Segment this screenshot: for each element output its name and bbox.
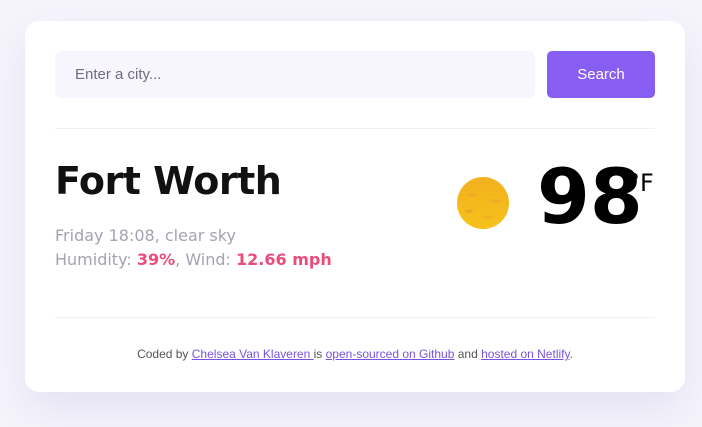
author-link[interactable]: Chelsea Van Klaveren (192, 347, 314, 361)
weather-card: Search Fort Worth Friday 18:08, clear sk… (25, 21, 685, 392)
wind-label: Wind: (185, 250, 237, 269)
temperature-value: 98 (537, 152, 643, 241)
github-link[interactable]: open-sourced on Github (326, 347, 455, 361)
footer-suffix: . (569, 347, 573, 361)
wind-value: 12.66 mph (236, 250, 332, 269)
search-form: Search (55, 51, 655, 98)
divider (55, 128, 655, 129)
humidity-value: 39% (136, 250, 176, 269)
netlify-link[interactable]: hosted on Netlify (481, 347, 570, 361)
separator: , (175, 250, 186, 269)
footer-prefix: Coded by (137, 347, 192, 361)
sun-icon (457, 177, 509, 229)
humidity-label: Humidity: (55, 250, 137, 269)
city-name: Fort Worth (55, 159, 282, 203)
temperature-unit: °F (628, 169, 654, 197)
humidity-wind-line: Humidity: 39%, Wind: 12.66 mph (55, 248, 332, 272)
city-search-input[interactable] (55, 51, 535, 98)
search-button[interactable]: Search (547, 51, 655, 98)
footer-text: is (313, 347, 326, 361)
date-description: Friday 18:08, clear sky (55, 226, 236, 245)
weather-details: Friday 18:08, clear sky Humidity: 39%, W… (55, 224, 332, 272)
divider (55, 317, 655, 318)
footer-text: and (454, 347, 482, 361)
footer: Coded by Chelsea Van Klaveren is open-so… (25, 347, 685, 361)
